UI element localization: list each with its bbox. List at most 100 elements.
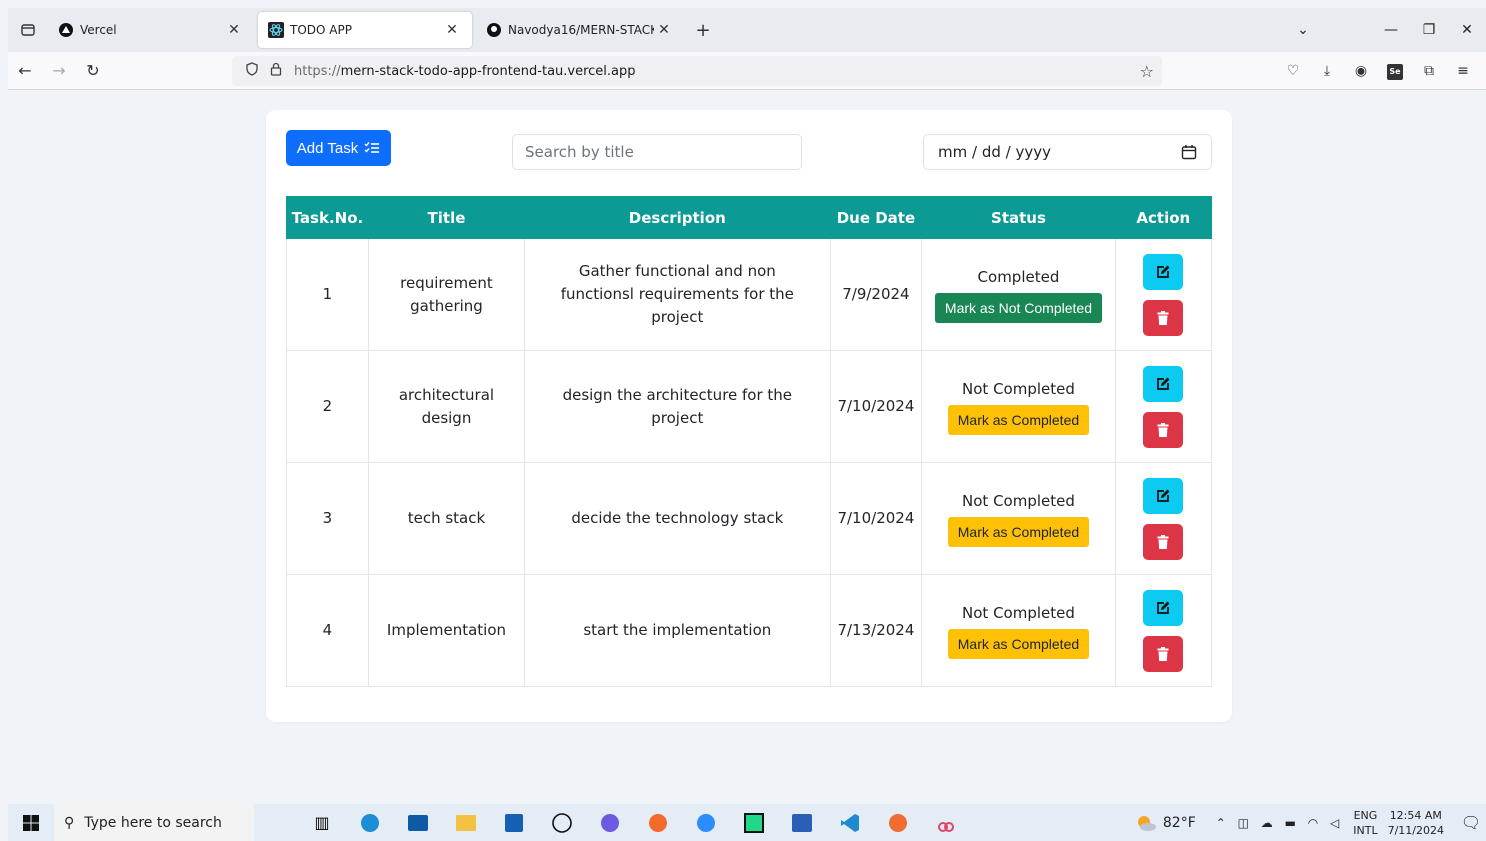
taskbar-search-box[interactable]: ⚲ Type here to search	[54, 804, 254, 841]
url-text: https://mern-stack-todo-app-frontend-tau…	[294, 63, 636, 79]
download-icon[interactable]: ⤓	[1310, 63, 1344, 79]
bookmark-star-icon[interactable]: ☆	[1140, 62, 1154, 81]
task-status-cell: Completed Mark as Not Completed	[921, 238, 1116, 351]
trash-icon	[1157, 422, 1169, 437]
mark-completed-button[interactable]: Mark as Completed	[947, 405, 1090, 435]
copilot-icon[interactable]	[586, 808, 634, 838]
clock[interactable]: 12:54 AM 7/11/2024	[1388, 808, 1444, 838]
task-number: 2	[286, 350, 369, 463]
task-due-date: 7/9/2024	[829, 238, 923, 351]
delete-button[interactable]	[1143, 635, 1184, 672]
close-icon[interactable]: ✕	[654, 22, 674, 38]
tab-list-icon[interactable]	[8, 8, 48, 52]
delete-button[interactable]	[1143, 299, 1184, 336]
snipping-tool-icon[interactable]	[922, 808, 970, 838]
selenium-extension-icon[interactable]: Se	[1378, 62, 1412, 80]
task-description: Gather functional and non functionsl req…	[524, 238, 831, 351]
search-input[interactable]	[512, 134, 802, 170]
delete-button[interactable]	[1143, 523, 1184, 560]
tab-github[interactable]: Navodya16/MERN-STACK-TOD ✕	[476, 12, 684, 48]
edge-icon[interactable]	[346, 808, 394, 838]
system-tray: 82°F ⌃ ◫ ☁ ▬ ◠ ◁ ENG INTL 12:54 AM 7/11/…	[1135, 804, 1486, 841]
edit-button[interactable]	[1143, 589, 1184, 626]
tab-title: TODO APP	[290, 23, 352, 37]
search-icon: ⚲	[64, 814, 75, 831]
task-title: requirement gathering	[367, 238, 526, 351]
task-due-date: 7/10/2024	[829, 350, 923, 463]
back-icon[interactable]: ←	[8, 61, 42, 80]
weather-icon	[1137, 815, 1156, 831]
react-icon	[268, 22, 284, 38]
trash-icon	[1157, 646, 1169, 661]
pycharm-icon[interactable]	[730, 808, 778, 838]
edit-button[interactable]	[1143, 365, 1184, 402]
github-icon	[486, 22, 502, 38]
task-status: Not Completed	[962, 604, 1075, 622]
mark-completed-button[interactable]: Mark as Completed	[947, 629, 1090, 659]
task-actions	[1114, 238, 1213, 351]
task-title: Implementation	[367, 574, 526, 687]
task-actions	[1114, 350, 1213, 463]
zoom-icon[interactable]	[682, 808, 730, 838]
firefox-icon[interactable]	[634, 808, 682, 838]
extensions-icon[interactable]: ⧉	[1412, 63, 1446, 79]
list-check-icon	[364, 142, 380, 153]
add-task-label: Add Task	[296, 139, 359, 157]
edit-button[interactable]	[1143, 477, 1184, 514]
task-status-cell: Not Completed Mark as Completed	[921, 462, 1116, 575]
word-icon[interactable]	[778, 808, 826, 838]
mark-not-completed-button[interactable]: Mark as Not Completed	[934, 293, 1102, 323]
task-description: decide the technology stack	[524, 462, 831, 575]
calendar-icon[interactable]	[1181, 144, 1197, 160]
browser-tab-bar: Vercel ✕ TODO APP ✕ Navodya16/MERN-STACK…	[8, 8, 1486, 52]
edit-button[interactable]	[1143, 253, 1184, 290]
restore-icon[interactable]: ❐	[1410, 22, 1448, 38]
delete-button[interactable]	[1143, 411, 1184, 448]
forward-icon[interactable]: →	[42, 61, 76, 80]
task-status-cell: Not Completed Mark as Completed	[921, 350, 1116, 463]
task-title: tech stack	[367, 462, 526, 575]
vscode-icon[interactable]	[826, 808, 874, 838]
column-header-task-no: Task.No.	[286, 196, 369, 239]
shield-icon	[240, 62, 264, 80]
tab-vercel[interactable]: Vercel ✕	[48, 12, 254, 48]
task-actions	[1114, 462, 1213, 575]
windows-taskbar: ⚲ Type here to search ▥ 82°F ⌃ ◫ ☁ ▬ ◠ ◁…	[8, 804, 1486, 841]
tab-todo-app[interactable]: TODO APP ✕	[258, 12, 472, 48]
clock-date: 7/11/2024	[1387, 823, 1444, 837]
due-date-filter-input[interactable]: mm / dd / yyyy	[923, 134, 1212, 170]
task-title: architectural design	[367, 350, 526, 463]
close-icon[interactable]: ✕	[224, 22, 244, 38]
task-actions	[1114, 574, 1213, 687]
tab-title: Navodya16/MERN-STACK-TOD	[508, 23, 654, 37]
mail-icon[interactable]	[394, 808, 442, 838]
windows-start-icon[interactable]	[8, 814, 54, 831]
add-task-button[interactable]: Add Task	[286, 130, 391, 166]
lock-icon	[264, 62, 288, 80]
store-icon[interactable]	[490, 808, 538, 838]
language-indicator[interactable]: ENG INTL	[1353, 808, 1377, 838]
pocket-icon[interactable]: ♡	[1276, 63, 1310, 79]
new-tab-icon[interactable]: +	[688, 20, 718, 41]
dell-icon[interactable]	[538, 808, 586, 838]
address-bar[interactable]: https://mern-stack-todo-app-frontend-tau…	[232, 56, 1162, 86]
account-icon[interactable]: ◉	[1344, 63, 1378, 79]
file-explorer-icon[interactable]	[442, 808, 490, 838]
close-icon[interactable]: ✕	[442, 22, 462, 38]
minimize-icon[interactable]: —	[1372, 22, 1410, 38]
notification-icon[interactable]: 🗨	[1456, 813, 1486, 832]
edit-icon	[1157, 265, 1170, 278]
mark-completed-button[interactable]: Mark as Completed	[947, 517, 1090, 547]
weather-widget[interactable]: 82°F	[1135, 814, 1196, 832]
tray-icons[interactable]: ⌃ ◫ ☁ ▬ ◠ ◁	[1216, 816, 1344, 830]
task-description: start the implementation	[524, 574, 831, 687]
chevron-down-icon[interactable]: ⌄	[1284, 22, 1322, 38]
reload-icon[interactable]: ↻	[76, 61, 110, 80]
date-placeholder: mm / dd / yyyy	[938, 143, 1051, 161]
close-window-icon[interactable]: ✕	[1448, 22, 1486, 38]
task-view-icon[interactable]: ▥	[298, 808, 346, 838]
task-status: Not Completed	[962, 380, 1075, 398]
task-description: design the architecture for the project	[524, 350, 831, 463]
menu-icon[interactable]: ≡	[1446, 63, 1480, 79]
postman-icon[interactable]	[874, 808, 922, 838]
